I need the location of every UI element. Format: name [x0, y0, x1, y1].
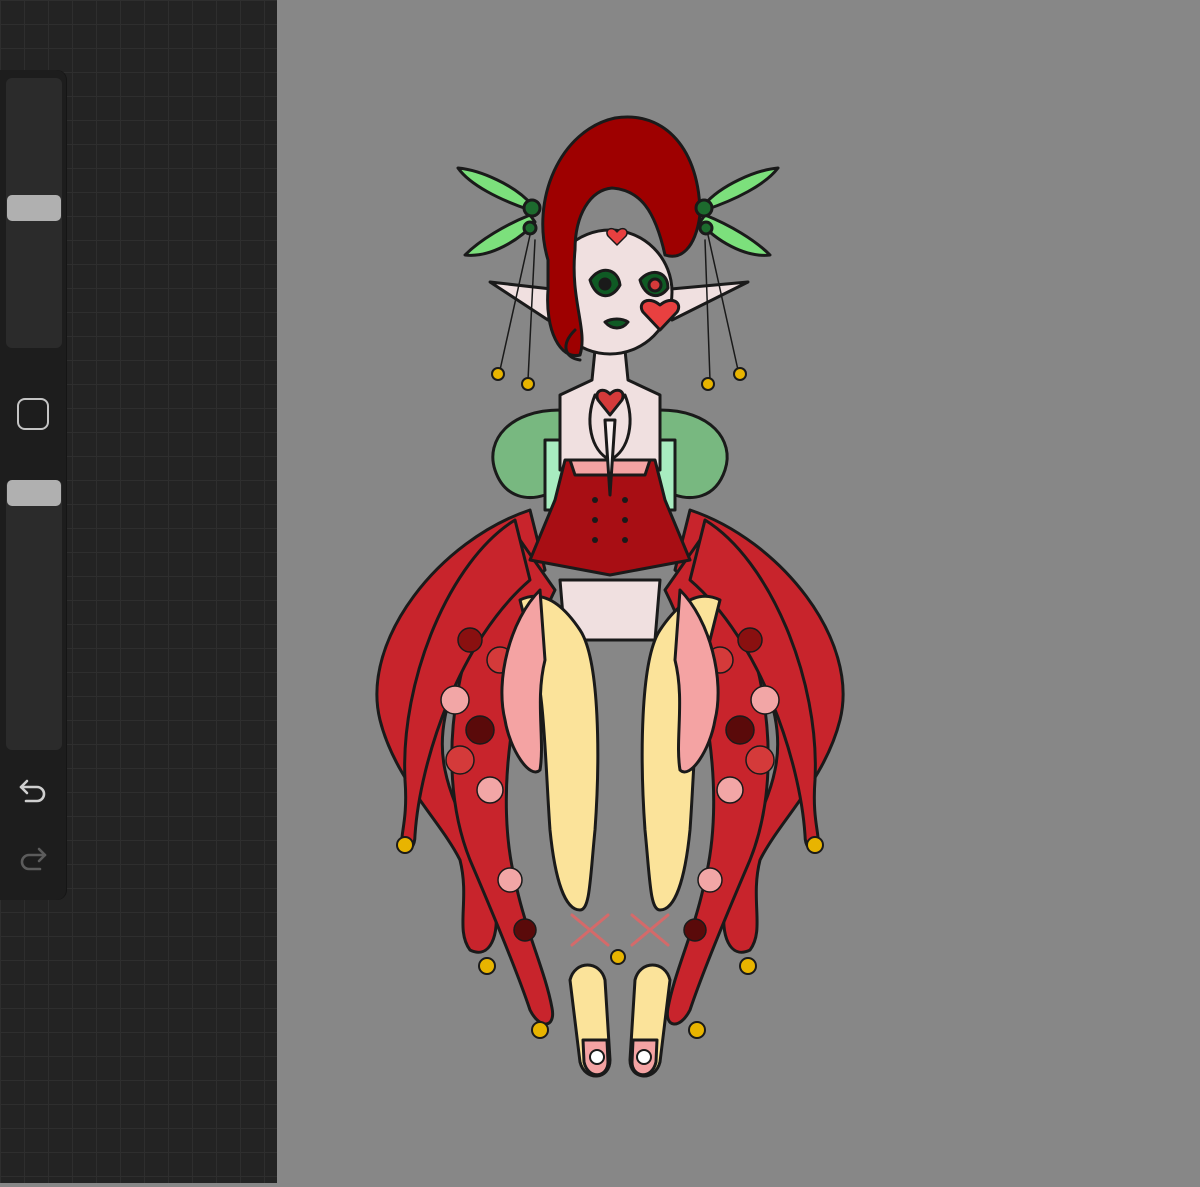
mouth [603, 317, 630, 330]
redo-button[interactable] [15, 840, 51, 876]
undo-button[interactable] [15, 772, 51, 808]
opacity-slider-thumb[interactable] [7, 480, 61, 506]
tool-sidebar [0, 70, 66, 900]
left-grid-panel [0, 0, 278, 1183]
brush-size-slider[interactable] [6, 78, 62, 348]
drawing-canvas[interactable] [277, 0, 1200, 1183]
opacity-slider[interactable] [6, 480, 62, 750]
character-artwork [375, 115, 845, 1078]
brush-size-slider-thumb[interactable] [7, 195, 61, 221]
modify-button[interactable] [17, 398, 49, 430]
undo-arrow-icon [19, 779, 46, 803]
redo-arrow-icon [20, 847, 47, 871]
